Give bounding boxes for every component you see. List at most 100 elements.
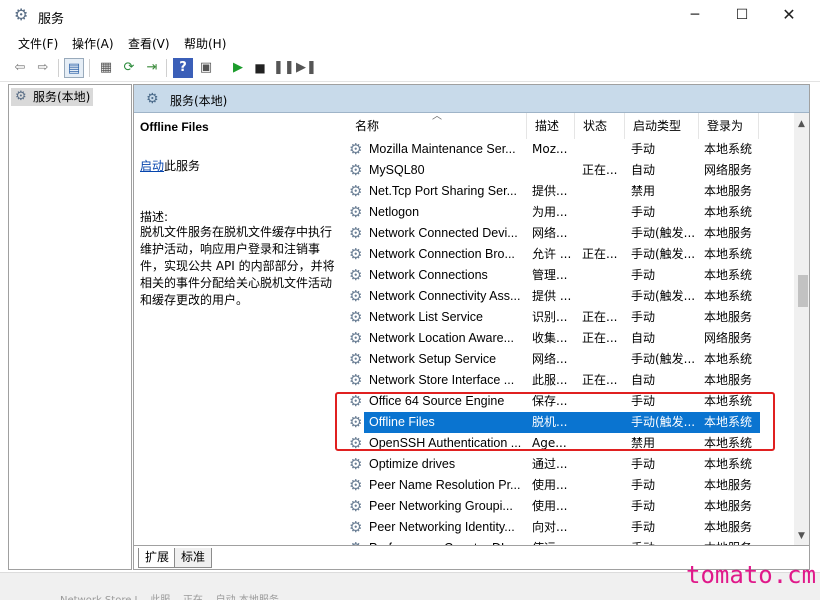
- panel-title: 服务(本地): [170, 94, 228, 108]
- service-name-cell: Performance Counter DL...: [369, 538, 529, 545]
- stop-icon[interactable]: ■: [250, 58, 270, 78]
- table-row[interactable]: ⚙ MySQL80 正在... 自动 网络服务: [339, 160, 794, 181]
- column-header-startup-type[interactable]: 启动类型: [625, 113, 699, 139]
- service-rows: ⚙ Mozilla Maintenance Ser... Moz... 手动 本地系统 ⚙…: [339, 139, 794, 545]
- table-row[interactable]: ⚙ Peer Networking Identity... 向对... 手动 本地服务: [339, 517, 794, 538]
- gear-icon: ⚙: [349, 329, 363, 347]
- scroll-down-icon[interactable]: ▼: [798, 531, 805, 541]
- service-name-cell: Network Connections: [369, 268, 488, 282]
- service-name-cell: Peer Networking Groupi...: [369, 499, 513, 513]
- gear-icon: ⚙: [14, 5, 29, 24]
- toolbar-separator: [166, 59, 167, 77]
- table-row[interactable]: ⚙ Network Connection Bro... 允许 ... 正在... 手动(…: [339, 244, 794, 265]
- description-pane: Offline Files 启动此服务 描述: 脱机文件服务在脱机文件缓存中执行…: [134, 113, 339, 545]
- tree-item-label: 服务(本地): [33, 90, 91, 104]
- service-description-cell: 网络...: [532, 352, 568, 366]
- restart-icon[interactable]: ▶❚: [296, 58, 317, 78]
- service-logon-cell: 本地系统: [704, 289, 753, 303]
- service-description-cell: 允许 ...: [532, 247, 572, 261]
- table-row[interactable]: ⚙ Netlogon 为用... 手动 本地系统: [339, 202, 794, 223]
- start-service-link[interactable]: 启动: [140, 159, 164, 173]
- back-icon[interactable]: ⇦: [10, 58, 30, 78]
- services-panel: ⚙ 服务(本地) Offline Files 启动此服务 描述: 脱机文件服务在…: [133, 84, 810, 570]
- table-row[interactable]: ⚙ Network Connections 管理... 手动 本地系统: [339, 265, 794, 286]
- service-description-cell: 此服...: [532, 373, 568, 387]
- column-header-description[interactable]: 描述: [527, 113, 575, 139]
- gear-icon: ⚙: [349, 538, 367, 545]
- window-title: 服务: [38, 12, 65, 27]
- service-logon-cell: 本地服务: [704, 373, 753, 387]
- pause-icon[interactable]: ❚❚: [273, 58, 295, 78]
- service-startup-cell: 手动: [631, 205, 656, 219]
- gear-icon: ⚙: [349, 224, 363, 242]
- close-button[interactable]: ✕: [766, 0, 812, 32]
- service-name-cell: Network List Service: [369, 310, 483, 324]
- start-icon[interactable]: ▶: [228, 58, 248, 78]
- gear-icon: ⚙: [349, 476, 363, 494]
- table-row[interactable]: ⚙ Net.Tcp Port Sharing Ser... 提供... 禁用 本地服务: [339, 181, 794, 202]
- view-icon[interactable]: ▣: [196, 58, 216, 78]
- gear-icon: ⚙: [349, 266, 363, 284]
- minimize-button[interactable]: ─: [672, 0, 718, 32]
- service-logon-cell: 本地系统: [704, 457, 753, 471]
- service-status-cell: 正在...: [582, 310, 618, 324]
- service-name-cell: Net.Tcp Port Sharing Ser...: [369, 184, 517, 198]
- service-startup-cell: 手动: [631, 457, 656, 471]
- console-tree: ⚙ 服务(本地): [8, 84, 132, 570]
- tab-standard[interactable]: 标准: [174, 548, 213, 568]
- refresh-icon[interactable]: ⟳: [119, 58, 139, 78]
- menu-action[interactable]: 操作(A): [72, 35, 114, 52]
- gear-icon: ⚙: [349, 140, 363, 158]
- tree-item-services-local[interactable]: ⚙ 服务(本地): [11, 88, 94, 106]
- table-row[interactable]: ⚙ Peer Name Resolution Pr... 使用... 手动 本地服务: [339, 475, 794, 496]
- forward-icon[interactable]: ⇨: [33, 58, 53, 78]
- column-header-logon-as[interactable]: 登录为: [699, 113, 759, 139]
- table-row[interactable]: ⚙ Optimize drives 通过... 手动 本地系统: [339, 454, 794, 475]
- service-list: ︿ 名称 描述 状态 启动类型 登录为 ⚙ Mozilla Maintenance…: [339, 111, 809, 545]
- service-startup-cell: 自动: [631, 163, 656, 177]
- service-description-cell: Moz...: [532, 142, 568, 156]
- service-description-cell: 通过...: [532, 457, 568, 471]
- export-icon[interactable]: ⇥: [142, 58, 162, 78]
- table-row[interactable]: ⚙ Network Connectivity Ass... 提供 ... 手动(触发.…: [339, 286, 794, 307]
- tab-extended[interactable]: 扩展: [138, 548, 177, 568]
- service-startup-cell: 手动: [631, 520, 656, 534]
- table-row[interactable]: ⚙ Network Setup Service 网络... 手动(触发... 本地系统: [339, 349, 794, 370]
- toolbar-separator: [58, 59, 59, 77]
- service-startup-cell: 手动(触发...: [631, 352, 696, 366]
- menu-view[interactable]: 查看(V): [128, 35, 170, 52]
- scrollbar-thumb[interactable]: [798, 275, 808, 307]
- start-service-line: 启动此服务: [140, 157, 200, 174]
- service-logon-cell: 本地系统: [704, 205, 753, 219]
- toolbar: ⇦ ⇨ ▤ ▦ ⟳ ⇥ ? ▣ ▶ ■ ❚❚ ▶❚: [0, 54, 820, 82]
- gear-icon: ⚙: [349, 182, 363, 200]
- gear-icon: ⚙: [146, 91, 159, 107]
- maximize-button[interactable]: ☐: [719, 0, 765, 32]
- gear-icon: ⚙: [349, 161, 363, 179]
- menu-file[interactable]: 文件(F): [18, 35, 58, 52]
- service-name-cell: Optimize drives: [369, 457, 456, 471]
- menu-help[interactable]: 帮助(H): [184, 35, 226, 52]
- service-logon-cell: 本地服务: [704, 538, 764, 545]
- service-startup-cell: 手动(触发...: [631, 289, 696, 303]
- table-row[interactable]: ⚙ Peer Networking Groupi... 使用... 手动 本地服务: [339, 496, 794, 517]
- column-header-name[interactable]: 名称: [347, 113, 527, 139]
- table-row[interactable]: ⚙ Network List Service 识别... 正在... 手动 本地服务: [339, 307, 794, 328]
- help-icon[interactable]: ?: [173, 58, 193, 78]
- service-logon-cell: 本地系统: [704, 268, 753, 282]
- properties-icon[interactable]: ▦: [96, 58, 116, 78]
- service-status-cell: 正在...: [582, 163, 618, 177]
- show-hide-tree-icon[interactable]: ▤: [64, 58, 84, 78]
- table-row[interactable]: ⚙ Network Location Aware... 收集... 正在... 自动 网络…: [339, 328, 794, 349]
- vertical-scrollbar[interactable]: ▲ ▼: [794, 113, 809, 545]
- table-row[interactable]: ⚙ Network Store Interface ... 此服... 正在... 自动…: [339, 370, 794, 391]
- table-row[interactable]: ⚙ Network Connected Devi... 网络... 手动(触发... 本…: [339, 223, 794, 244]
- service-name-cell: Network Location Aware...: [369, 331, 514, 345]
- scroll-up-icon[interactable]: ▲: [798, 119, 805, 129]
- gear-icon: ⚙: [349, 497, 363, 515]
- title-bar: ⚙ 服务 ─ ☐ ✕: [0, 0, 820, 32]
- column-header-status[interactable]: 状态: [575, 113, 625, 139]
- table-row[interactable]: ⚙Performance Counter DL...使远... 手动本地服务: [339, 538, 794, 545]
- service-status-cell: 正在...: [582, 331, 618, 345]
- table-row[interactable]: ⚙ Mozilla Maintenance Ser... Moz... 手动 本地系统: [339, 139, 794, 160]
